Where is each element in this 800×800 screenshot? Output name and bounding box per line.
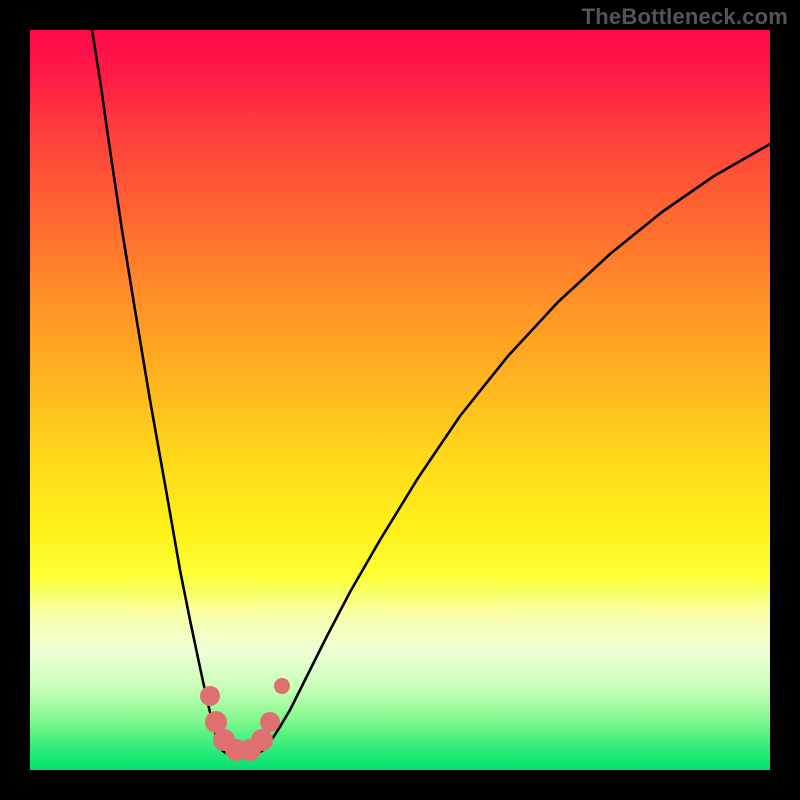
valley-marker <box>274 678 290 694</box>
plot-area <box>30 30 770 770</box>
valley-marker-group <box>200 678 290 761</box>
curve-svg <box>30 30 770 770</box>
valley-marker <box>251 729 273 751</box>
watermark-text: TheBottleneck.com <box>582 4 788 30</box>
valley-marker <box>200 686 220 706</box>
chart-frame: TheBottleneck.com <box>0 0 800 800</box>
bottleneck-curve <box>92 30 770 757</box>
valley-marker <box>260 712 280 732</box>
